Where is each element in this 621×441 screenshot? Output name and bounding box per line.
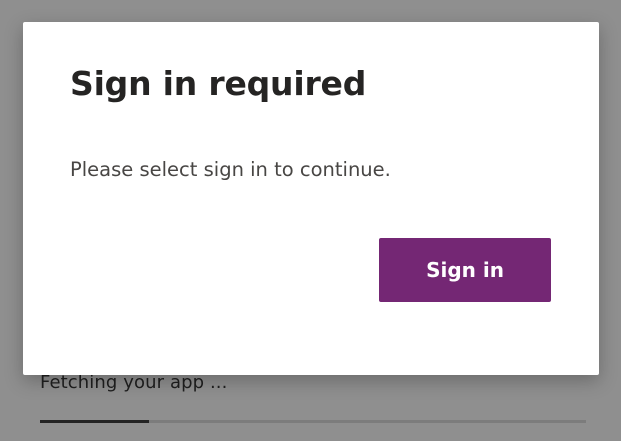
dialog-title: Sign in required	[70, 64, 367, 103]
loading-progress-fill	[40, 420, 150, 423]
loading-status-text: Fetching your app ...	[40, 372, 228, 393]
sign-in-dialog: Sign in required Please select sign in t…	[23, 22, 599, 375]
dialog-message: Please select sign in to continue.	[70, 158, 391, 181]
sign-in-button[interactable]: Sign in	[379, 238, 551, 302]
loading-progress-bar	[40, 420, 586, 423]
